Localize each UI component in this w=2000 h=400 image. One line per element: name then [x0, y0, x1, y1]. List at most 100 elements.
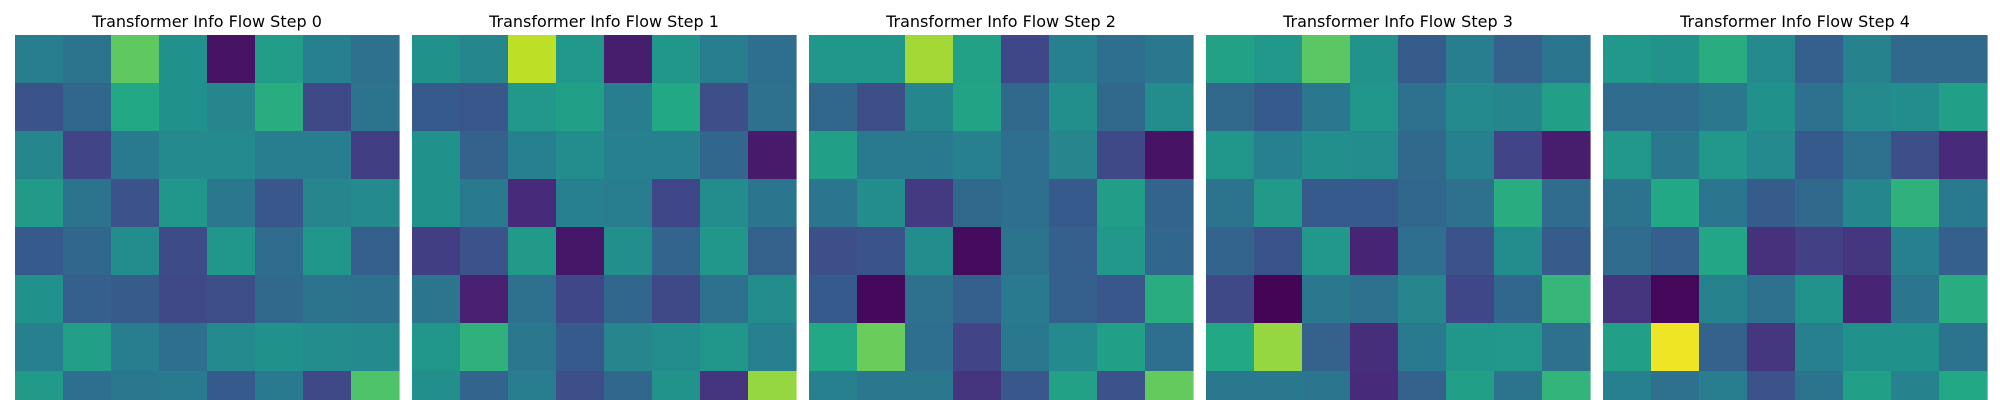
heatmap-cell-4-2-3 [1747, 131, 1796, 180]
heatmap-cell-2-0-7 [1145, 35, 1194, 84]
heatmap-cell-0-2-4 [207, 131, 256, 180]
heatmap-cell-0-3-7 [351, 179, 400, 228]
heatmap-cell-2-0-4 [1001, 35, 1050, 84]
heatmap-cell-4-2-7 [1939, 131, 1988, 180]
heatmap-cell-1-4-7 [748, 227, 797, 276]
heatmap-cell-2-0-5 [1049, 35, 1098, 84]
heatmap-cell-0-4-5 [255, 227, 304, 276]
heatmap-cell-2-3-2 [905, 179, 954, 228]
heatmap-cell-4-5-1 [1651, 275, 1700, 324]
heatmap-cell-0-5-4 [207, 275, 256, 324]
heatmap-cell-4-5-4 [1795, 275, 1844, 324]
heatmap-cell-4-2-1 [1651, 131, 1700, 180]
heatmap-cell-0-7-5 [255, 371, 304, 400]
heatmap-cell-2-7-7 [1145, 371, 1194, 400]
heatmap-cell-3-6-0 [1206, 323, 1255, 372]
heatmap-cell-3-5-3 [1350, 275, 1399, 324]
heatmap-cell-3-5-6 [1494, 275, 1543, 324]
heatmap-cell-2-6-7 [1145, 323, 1194, 372]
heatmap-cell-2-5-7 [1145, 275, 1194, 324]
heatmap-cell-4-5-3 [1747, 275, 1796, 324]
heatmap-cell-1-2-0 [412, 131, 461, 180]
heatmap-cell-2-4-0 [809, 227, 858, 276]
heatmap-cell-3-5-1 [1254, 275, 1303, 324]
heatmap-cell-1-2-7 [748, 131, 797, 180]
heatmap-cell-2-7-4 [1001, 371, 1050, 400]
heatmap-cell-3-4-4 [1398, 227, 1447, 276]
heatmap-cell-1-4-2 [508, 227, 557, 276]
heatmap-cell-4-2-5 [1843, 131, 1892, 180]
heatmap-cell-0-3-5 [255, 179, 304, 228]
heatmap-cell-4-3-2 [1699, 179, 1748, 228]
heatmap-cell-1-7-4 [604, 371, 653, 400]
heatmap-cell-2-5-5 [1049, 275, 1098, 324]
heatmap-cell-2-3-4 [1001, 179, 1050, 228]
heatmap-cell-2-6-1 [857, 323, 906, 372]
heatmap-cell-1-6-3 [556, 323, 605, 372]
heatmap-cell-2-1-3 [953, 83, 1002, 132]
heatmap-cell-3-6-3 [1350, 323, 1399, 372]
heatmap-cell-0-4-3 [159, 227, 208, 276]
heatmap-cell-2-3-3 [953, 179, 1002, 228]
heatmap-cell-3-2-5 [1446, 131, 1495, 180]
heatmap-cell-4-1-2 [1699, 83, 1748, 132]
heatmap-cell-1-1-7 [748, 83, 797, 132]
heatmap-cell-1-0-4 [604, 35, 653, 84]
heatmap-cell-3-7-1 [1254, 371, 1303, 400]
heatmap-cell-3-7-4 [1398, 371, 1447, 400]
heatmap-cell-3-5-7 [1542, 275, 1591, 324]
heatmap-cell-0-5-5 [255, 275, 304, 324]
heatmap-cell-4-2-0 [1603, 131, 1652, 180]
heatmap-cell-0-3-0 [15, 179, 64, 228]
heatmap-cell-4-1-3 [1747, 83, 1796, 132]
heatmap-cell-3-5-2 [1302, 275, 1351, 324]
heatmap-cell-1-2-6 [700, 131, 749, 180]
heatmap-cell-2-1-2 [905, 83, 954, 132]
heatmap-cell-4-6-2 [1699, 323, 1748, 372]
heatmap-cell-3-1-2 [1302, 83, 1351, 132]
heatmap-cell-3-2-6 [1494, 131, 1543, 180]
heatmap-cell-4-7-7 [1939, 371, 1988, 400]
heatmap-cell-0-1-0 [15, 83, 64, 132]
heatmap-cell-4-4-7 [1939, 227, 1988, 276]
heatmap-cell-2-3-0 [809, 179, 858, 228]
heatmap-cell-1-3-7 [748, 179, 797, 228]
heatmap-cell-1-3-4 [604, 179, 653, 228]
heatmap-cell-3-3-5 [1446, 179, 1495, 228]
heatmap-cell-4-7-4 [1795, 371, 1844, 400]
heatmap-cell-2-1-0 [809, 83, 858, 132]
heatmap-cell-4-5-7 [1939, 275, 1988, 324]
heatmap-cell-1-2-2 [508, 131, 557, 180]
heatmap-cell-3-6-2 [1302, 323, 1351, 372]
heatmap-cell-3-2-7 [1542, 131, 1591, 180]
heatmap-cell-3-7-5 [1446, 371, 1495, 400]
heatmap-cell-2-2-7 [1145, 131, 1194, 180]
heatmap-cell-0-3-4 [207, 179, 256, 228]
heatmap-cell-2-6-3 [953, 323, 1002, 372]
heatmap-cell-2-1-5 [1049, 83, 1098, 132]
heatmap-cell-4-0-1 [1651, 35, 1700, 84]
heatmap-cell-0-1-1 [63, 83, 112, 132]
heatmap-cell-3-5-4 [1398, 275, 1447, 324]
heatmap-cell-0-2-5 [255, 131, 304, 180]
heatmap-cell-4-0-0 [1603, 35, 1652, 84]
heatmap-cell-2-4-3 [953, 227, 1002, 276]
heatmap-cell-0-4-4 [207, 227, 256, 276]
heatmap-cell-4-7-3 [1747, 371, 1796, 400]
heatmap-cell-0-5-6 [303, 275, 352, 324]
heatmap-cell-0-3-3 [159, 179, 208, 228]
heatmap-cell-2-2-5 [1049, 131, 1098, 180]
heatmap-cell-2-5-2 [905, 275, 954, 324]
heatmap-cell-0-5-7 [351, 275, 400, 324]
heatmap-cell-2-7-6 [1097, 371, 1146, 400]
heatmap-cell-0-4-6 [303, 227, 352, 276]
heatmap-cell-4-3-5 [1843, 179, 1892, 228]
heatmap-cell-3-4-5 [1446, 227, 1495, 276]
heatmap-cell-0-3-1 [63, 179, 112, 228]
heatmap-cell-4-1-5 [1843, 83, 1892, 132]
heatmap-cell-3-7-0 [1206, 371, 1255, 400]
heatmap-cell-2-1-7 [1145, 83, 1194, 132]
heatmap-cell-4-1-7 [1939, 83, 1988, 132]
heatmap-cell-0-0-1 [63, 35, 112, 84]
heatmap-cell-1-2-1 [460, 131, 509, 180]
